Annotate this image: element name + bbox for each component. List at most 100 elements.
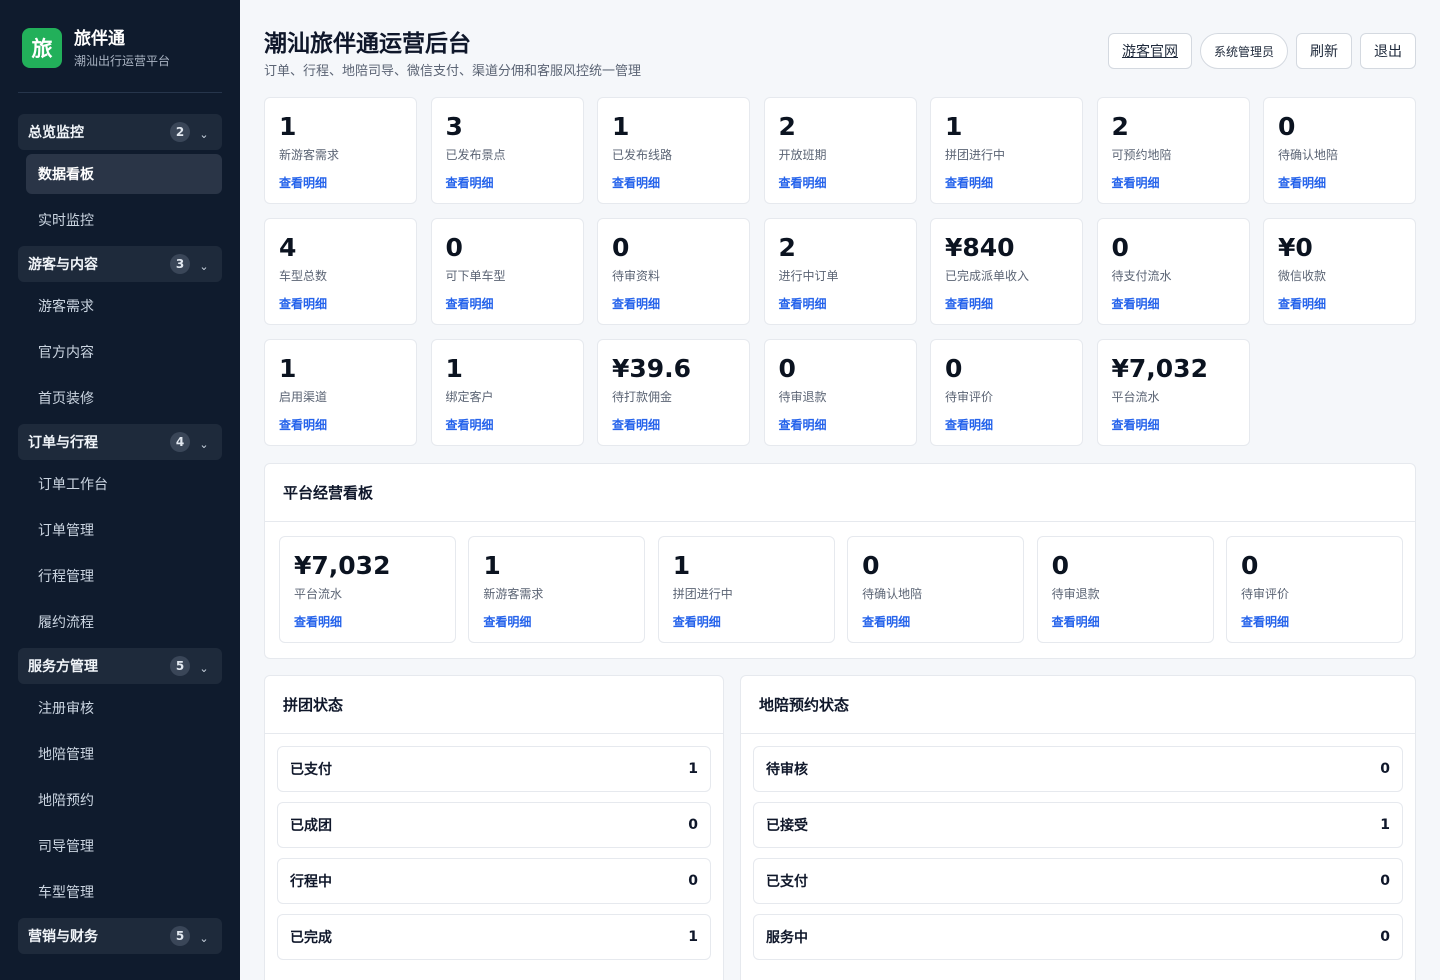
stat-card: ¥0 微信收款查看明细 xyxy=(1263,218,1416,325)
view-details-link[interactable]: 查看明细 xyxy=(779,295,902,312)
stat-label: 微信收款 xyxy=(1278,269,1327,283)
sidebar-item[interactable]: 数据看板 xyxy=(26,154,222,194)
sidebar-group[interactable]: 订单与行程 4 ⌄ xyxy=(18,424,222,460)
view-details-link[interactable]: 查看明细 xyxy=(483,613,630,630)
stat-label: 已发布景点 xyxy=(445,148,506,162)
sidebar-group-count-badge: 5 xyxy=(170,656,190,676)
view-details-link[interactable]: 查看明细 xyxy=(446,174,569,191)
group-status-panel: 拼团状态 已支付 1 已成团 0 行程中 0 已完成 1 xyxy=(264,675,724,980)
stat-label: 待确认地陪 xyxy=(1278,148,1339,162)
view-details-link[interactable]: 查看明细 xyxy=(779,416,902,433)
view-details-link[interactable]: 查看明细 xyxy=(1278,174,1401,191)
view-details-link[interactable]: 查看明细 xyxy=(1112,295,1235,312)
status-row: 已支付 0 xyxy=(753,858,1403,904)
stat-card: 1 绑定客户 查看明细 xyxy=(430,339,584,446)
view-details-link[interactable]: 查看明细 xyxy=(1112,174,1235,191)
stat-card: ¥39.6 待打款佣金 查看明细 xyxy=(597,339,750,446)
view-details-link[interactable]: 查看明细 xyxy=(1241,613,1388,630)
view-details-link[interactable]: 查看明细 xyxy=(446,416,569,433)
view-details-link[interactable]: 查看明细 xyxy=(1112,416,1235,433)
guide-status-title: 地陪预约状态 xyxy=(741,676,1415,734)
board-card: 1 新游客需求 查看明细 xyxy=(468,536,646,643)
sidebar-item[interactable]: 车型管理 xyxy=(26,872,222,912)
sidebar-item[interactable]: 订单工作台 xyxy=(26,464,222,504)
view-details-link[interactable]: 查看明细 xyxy=(446,295,569,312)
stat-label: 平台流水 xyxy=(1111,390,1160,404)
sidebar-item[interactable]: 游客需求 xyxy=(26,286,222,326)
guide-status-list: 待审核 0 已接受 1 已支付 0 服务中 0 xyxy=(741,734,1415,960)
logout-button[interactable]: 退出 xyxy=(1360,33,1416,69)
status-row: 服务中 0 xyxy=(753,914,1403,960)
sidebar-group[interactable]: 总览监控 2 ⌄ xyxy=(18,114,222,150)
role-badge[interactable]: 系统管理员 xyxy=(1199,33,1288,69)
board-card: 1 拼团进行中 查看明细 xyxy=(657,536,835,643)
view-details-link[interactable]: 查看明细 xyxy=(673,613,820,630)
stat-card: 2 开放班期 查看明细 xyxy=(763,97,917,204)
status-row: 已成团 0 xyxy=(277,802,711,848)
sidebar-item[interactable]: 地陪预约 xyxy=(26,780,222,820)
refresh-button[interactable]: 刷新 xyxy=(1296,33,1352,69)
view-details-link[interactable]: 查看明细 xyxy=(612,416,735,433)
stat-card: 0 可下单车型 查看明细 xyxy=(430,218,584,325)
board-card: 0 待确认地陪 查看明细 xyxy=(847,536,1025,643)
view-details-link[interactable]: 查看明细 xyxy=(279,174,402,191)
stat-card: 0 待支付流水 查看明细 xyxy=(1096,218,1250,325)
stat-grid: 1 新游客需求 查看明细 3 已发布景点 查看明细 1 已发布线路 查看明细 2 开放班期 查看明细 1… xyxy=(264,97,1416,446)
sidebar-group[interactable]: 营销与财务 5 ⌄ xyxy=(18,918,222,954)
view-details-link[interactable]: 查看明细 xyxy=(779,174,902,191)
view-details-link[interactable]: 查看明细 xyxy=(945,174,1068,191)
sidebar-group-label: 总览监控 xyxy=(28,125,84,141)
page-title: 潮汕旅伴通运营后台 xyxy=(264,31,471,57)
status-row-count: 0 xyxy=(1380,761,1390,777)
board-card-label: 待审退款 xyxy=(1051,587,1100,601)
sidebar-item[interactable]: 注册审核 xyxy=(26,688,222,728)
brand-subtitle: 潮汕出行运营平台 xyxy=(74,53,171,68)
sidebar: 旅 旅伴通 潮汕出行运营平台 总览监控 2 ⌄ 数据看板 实时监控 游客与内容 3 ⌄ 游客需求… xyxy=(0,0,240,980)
sidebar-item[interactable]: 官方内容 xyxy=(26,332,222,372)
stat-value: ¥840 xyxy=(945,233,1015,262)
stat-card: 1 启用渠道 查看明细 xyxy=(264,339,417,446)
sidebar-group[interactable]: 服务方管理 5 ⌄ xyxy=(18,648,222,684)
status-row-count: 0 xyxy=(688,873,698,889)
stat-card: 0 待审评价 查看明细 xyxy=(930,339,1083,446)
visitor-site-link[interactable]: 游客官网 xyxy=(1107,33,1192,69)
chevron-down-icon: ⌄ xyxy=(199,259,209,273)
view-details-link[interactable]: 查看明细 xyxy=(862,613,1009,630)
board-card-value: 0 xyxy=(1240,551,1259,580)
stat-card: 4 车型总数 查看明细 xyxy=(264,218,417,325)
sidebar-item[interactable]: 订单管理 xyxy=(26,510,222,550)
status-row-count: 1 xyxy=(1380,817,1390,833)
sidebar-item[interactable]: 履约流程 xyxy=(26,602,222,642)
view-details-link[interactable]: 查看明细 xyxy=(945,295,1068,312)
stat-card: 1 已发布线路 查看明细 xyxy=(597,97,750,204)
stat-value: ¥0 xyxy=(1278,233,1313,262)
view-details-link[interactable]: 查看明细 xyxy=(294,613,441,630)
sidebar-group[interactable]: 游客与内容 3 ⌄ xyxy=(18,246,222,282)
sidebar-item[interactable]: 地陪管理 xyxy=(26,734,222,774)
view-details-link[interactable]: 查看明细 xyxy=(612,295,735,312)
sidebar-item[interactable]: 行程管理 xyxy=(26,556,222,596)
view-details-link[interactable]: 查看明细 xyxy=(279,295,402,312)
sidebar-item[interactable]: 首页装修 xyxy=(26,378,222,418)
view-details-link[interactable]: 查看明细 xyxy=(279,416,402,433)
stat-value: 1 xyxy=(279,354,297,383)
status-row-count: 1 xyxy=(688,761,698,777)
sidebar-group-label: 订单与行程 xyxy=(28,435,98,451)
view-details-link[interactable]: 查看明细 xyxy=(1278,295,1401,312)
sidebar-group-count-badge: 2 xyxy=(170,122,190,142)
stat-value: 1 xyxy=(945,112,963,141)
stat-value: 2 xyxy=(778,233,796,262)
sidebar-divider xyxy=(18,92,222,93)
sidebar-item[interactable]: 实时监控 xyxy=(26,200,222,240)
status-row-label: 已完成 xyxy=(290,930,332,946)
header-actions: 游客官网 系统管理员 刷新 退出 xyxy=(1107,33,1416,69)
view-details-link[interactable]: 查看明细 xyxy=(612,174,735,191)
board-panel: 平台经营看板 ¥7,032 平台流水 查看明细 1 新游客需求 查看明细 1 拼团进行中 查看明… xyxy=(264,463,1416,659)
sidebar-item[interactable]: 司导管理 xyxy=(26,826,222,866)
group-status-title: 拼团状态 xyxy=(265,676,723,734)
stat-value: 0 xyxy=(1278,112,1296,141)
sidebar-nav: 总览监控 2 ⌄ 数据看板实时监控游客与内容 3 ⌄ 游客需求官方内容首页装修订单与行程 4 ⌄… xyxy=(18,114,222,954)
view-details-link[interactable]: 查看明细 xyxy=(1052,613,1199,630)
board-card-value: 0 xyxy=(862,551,880,580)
view-details-link[interactable]: 查看明细 xyxy=(945,416,1068,433)
